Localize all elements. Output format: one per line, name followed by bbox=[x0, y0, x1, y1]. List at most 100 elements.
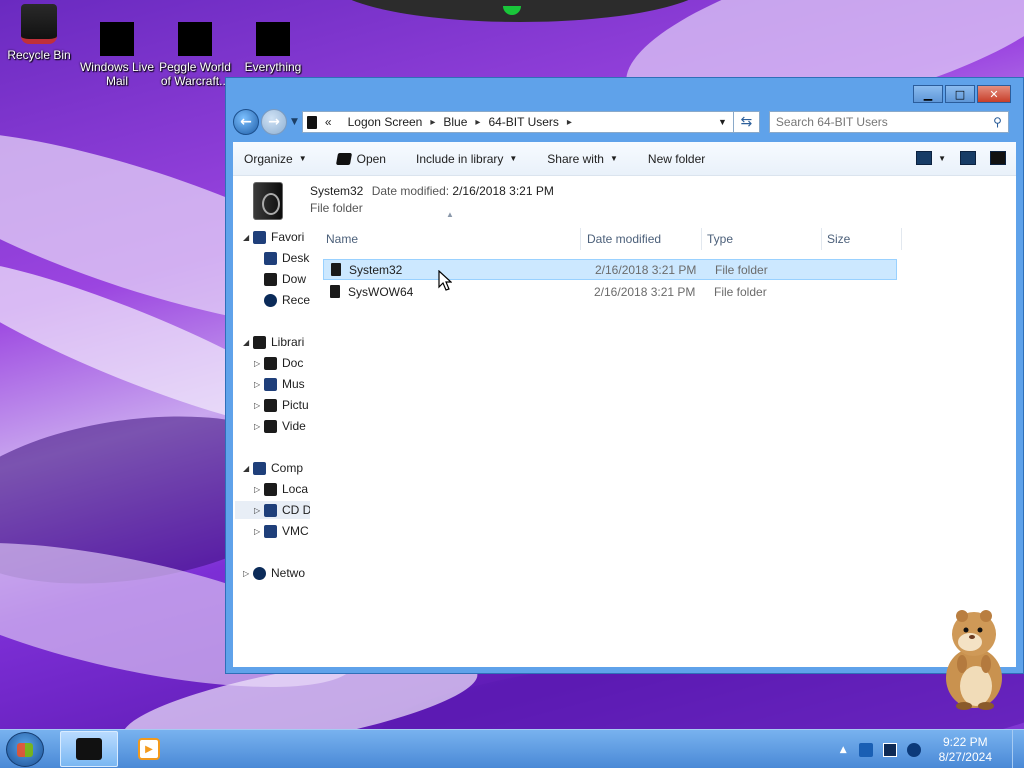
new-folder-button[interactable]: New folder bbox=[648, 152, 705, 166]
nav-videos[interactable]: ▷ Vide bbox=[254, 417, 306, 435]
nav-label: Desk bbox=[282, 251, 310, 265]
breadcrumb-64-bit-users[interactable]: 64-BIT Users bbox=[488, 115, 558, 129]
column-header-date-modified[interactable]: Date modified bbox=[587, 232, 661, 246]
hamster-desktop-pet[interactable] bbox=[940, 606, 1006, 710]
nav-network[interactable]: ▷ Netwo bbox=[243, 564, 305, 582]
command-bar: Organize ▼ Open Include in library ▼ Share… bbox=[233, 142, 1016, 176]
nav-label: Dow bbox=[282, 272, 307, 286]
collapsed-triangle-icon[interactable]: ▷ bbox=[243, 569, 253, 578]
nav-label: Rece bbox=[282, 293, 310, 307]
show-hidden-icons-button[interactable]: ▲ bbox=[840, 745, 847, 755]
expanded-triangle-icon[interactable]: ◢ bbox=[243, 464, 253, 473]
address-dropdown-button[interactable]: ▼ bbox=[712, 117, 733, 127]
show-desktop-button[interactable] bbox=[1012, 730, 1024, 768]
date-modified-label: Date modified: bbox=[371, 184, 450, 198]
collapsed-triangle-icon[interactable]: ▷ bbox=[254, 527, 264, 536]
nav-vmc[interactable]: ▷ VMC bbox=[254, 522, 309, 540]
column-header-name[interactable]: Name bbox=[326, 232, 358, 246]
breadcrumb-logon-screen[interactable]: Logon Screen bbox=[348, 115, 423, 129]
row-type: File folder bbox=[715, 262, 768, 277]
nav-computer[interactable]: ◢ Comp bbox=[243, 459, 303, 477]
collapsed-triangle-icon[interactable]: ▷ bbox=[254, 401, 264, 410]
nav-favorites[interactable]: ◢ Favori bbox=[243, 228, 304, 246]
downloads-icon bbox=[264, 272, 277, 286]
nav-music[interactable]: ▷ Mus bbox=[254, 375, 305, 393]
expanded-triangle-icon[interactable]: ◢ bbox=[243, 338, 253, 347]
music-icon bbox=[264, 377, 277, 391]
collapsed-triangle-icon[interactable]: ▷ bbox=[254, 359, 264, 368]
window-controls: ▁ □ ✕ bbox=[913, 85, 1011, 103]
recent-pages-dropdown[interactable]: ▼ bbox=[291, 117, 298, 127]
row-date: 2/16/2018 3:21 PM bbox=[595, 262, 697, 277]
library-icon bbox=[253, 335, 266, 349]
collapsed-triangle-icon[interactable]: ▷ bbox=[254, 506, 264, 515]
chevron-right-icon[interactable]: ▸ bbox=[567, 117, 572, 128]
action-center-icon[interactable] bbox=[858, 742, 873, 757]
address-bar[interactable]: « Logon Screen ▸ Blue ▸ 64-BIT Users ▸ ▼ bbox=[301, 111, 734, 133]
network-icon[interactable] bbox=[882, 742, 897, 757]
open-button[interactable]: Open bbox=[335, 151, 386, 166]
star-icon bbox=[253, 230, 266, 244]
nav-libraries[interactable]: ◢ Librari bbox=[243, 333, 304, 351]
back-button[interactable]: ← bbox=[233, 109, 259, 135]
nav-label: Pictu bbox=[282, 398, 309, 412]
taskbar-media-player-button[interactable]: ▶ bbox=[120, 731, 178, 767]
change-view-button[interactable]: ▼ bbox=[916, 151, 946, 165]
desktop-icon-recycle-bin[interactable]: Recycle Bin bbox=[0, 4, 78, 62]
breadcrumb-blue[interactable]: Blue bbox=[443, 115, 467, 129]
nav-desktop[interactable]: Desk bbox=[264, 249, 309, 267]
refresh-button[interactable]: ⇆ bbox=[733, 111, 760, 133]
nav-cd-drive[interactable]: ▷ CD D bbox=[235, 501, 310, 519]
desktop-icon-everything[interactable]: Everything bbox=[234, 4, 312, 74]
collapsed-triangle-icon[interactable]: ▷ bbox=[254, 380, 264, 389]
cd-drive-icon bbox=[264, 503, 277, 517]
selected-item-info: System32 Date modified: 2/16/2018 3:21 P… bbox=[310, 184, 554, 198]
peggle-icon bbox=[178, 22, 212, 56]
hard-disk-icon bbox=[264, 482, 277, 496]
organize-button[interactable]: Organize ▼ bbox=[244, 152, 307, 166]
chevron-down-icon: ▼ bbox=[609, 154, 618, 163]
open-label: Open bbox=[356, 151, 386, 166]
collapsed-triangle-icon[interactable]: ▷ bbox=[254, 485, 264, 494]
recycle-bin-icon bbox=[21, 4, 57, 44]
breadcrumb-overflow[interactable]: « bbox=[325, 115, 332, 129]
nav-documents[interactable]: ▷ Doc bbox=[254, 354, 303, 372]
maximize-button[interactable]: □ bbox=[945, 85, 975, 103]
navigation-pane: ◢ Favori Desk Dow Rece ◢ Librari ▷ Doc ▷ Mus… bbox=[233, 226, 310, 667]
desktop-icon-windows-live-mail[interactable]: Windows Live Mail bbox=[78, 4, 156, 88]
forward-button[interactable]: → bbox=[261, 109, 287, 135]
nav-local-disk[interactable]: ▷ Loca bbox=[254, 480, 308, 498]
nav-pictures[interactable]: ▷ Pictu bbox=[254, 396, 309, 414]
chevron-right-icon[interactable]: ▸ bbox=[475, 117, 480, 128]
clock[interactable]: 9:22 PM 8/27/2024 bbox=[939, 735, 992, 765]
explorer-icon bbox=[76, 738, 102, 760]
search-input[interactable]: Search 64-BIT Users bbox=[776, 115, 993, 129]
close-button[interactable]: ✕ bbox=[977, 85, 1011, 103]
share-with-button[interactable]: Share with ▼ bbox=[547, 152, 618, 166]
start-button[interactable] bbox=[6, 732, 44, 767]
selected-folder-icon bbox=[253, 182, 283, 220]
desktop-icon-peggle[interactable]: Peggle World of Warcraft... bbox=[156, 4, 234, 88]
nav-label: Mus bbox=[282, 377, 305, 391]
collapsed-triangle-icon[interactable]: ▷ bbox=[254, 422, 264, 431]
expanded-triangle-icon[interactable]: ◢ bbox=[243, 233, 253, 242]
taskbar-explorer-button[interactable] bbox=[60, 731, 118, 767]
table-row[interactable]: System32 2/16/2018 3:21 PM File folder bbox=[323, 259, 897, 291]
folder-icon bbox=[306, 115, 317, 129]
column-header-type[interactable]: Type bbox=[707, 232, 733, 246]
include-in-library-button[interactable]: Include in library ▼ bbox=[416, 152, 517, 166]
search-box[interactable]: Search 64-BIT Users ⚲ bbox=[768, 111, 1009, 133]
details-header: System32 Date modified: 2/16/2018 3:21 P… bbox=[233, 176, 1016, 226]
minimize-button[interactable]: ▁ bbox=[913, 85, 943, 103]
system-tray: ▲ 9:22 PM 8/27/2024 bbox=[840, 730, 1024, 768]
volume-icon[interactable] bbox=[906, 742, 921, 757]
chevron-right-icon[interactable]: ▸ bbox=[430, 117, 435, 128]
nav-downloads[interactable]: Dow bbox=[264, 270, 306, 288]
table-row[interactable]: SysWOW64 2/16/2018 3:21 PM File folder bbox=[323, 281, 897, 302]
column-header-size[interactable]: Size bbox=[827, 232, 850, 246]
nav-label: Loca bbox=[282, 482, 309, 496]
organize-label: Organize bbox=[244, 151, 293, 166]
nav-recent-places[interactable]: Rece bbox=[264, 291, 310, 309]
preview-pane-button[interactable] bbox=[960, 151, 976, 165]
help-button[interactable] bbox=[990, 151, 1006, 165]
